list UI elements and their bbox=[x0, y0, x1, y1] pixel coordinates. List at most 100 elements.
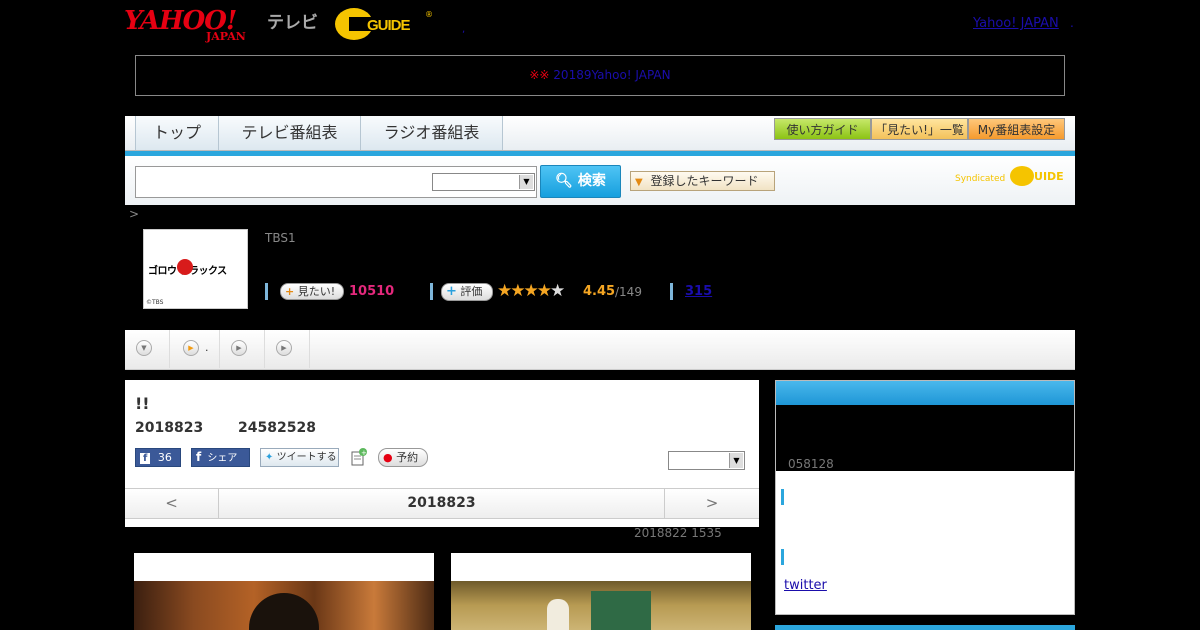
tv-logo[interactable]: テレビ bbox=[267, 8, 318, 33]
rating-value: 4.45 bbox=[583, 284, 616, 299]
record-dot-icon: ● bbox=[383, 451, 393, 464]
main-nav: トップ テレビ番組表 ラジオ番組表 使い方ガイド 「見たい!」一覧 My番組表設… bbox=[125, 116, 1075, 151]
program-tab-row: ▼ ▶ . ▶ ▶ bbox=[125, 330, 1075, 370]
header-trailing-dot: . bbox=[1070, 16, 1074, 30]
facebook-share-button[interactable]: f シェア bbox=[191, 448, 250, 467]
rating-stars: ★★★★★ bbox=[497, 281, 565, 301]
channel-label: TBS1 bbox=[265, 231, 296, 245]
search-area: ▼ 🔍︎ 検索 ▼ 登録したキーワード Syndicated GUIDE bbox=[125, 156, 1075, 205]
want-to-watch-list-button[interactable]: 「見たい!」一覧 bbox=[871, 118, 968, 140]
notice-link[interactable]: 20189Yahoo! JAPAN bbox=[553, 68, 718, 82]
want-to-watch-label: 見たい! bbox=[297, 285, 336, 298]
gguide-logo-text: GUIDE bbox=[367, 17, 411, 34]
episode-image-1[interactable] bbox=[134, 553, 434, 630]
tab-tv-guide[interactable]: テレビ番組表 bbox=[218, 116, 361, 150]
program-thumbnail: ゴロウ デラックス ©TBS bbox=[143, 229, 248, 309]
facebook-icon: f bbox=[140, 453, 151, 464]
play-icon: ▶ bbox=[183, 340, 199, 356]
notice-mark: ※※ bbox=[529, 68, 550, 82]
play-icon: ▶ bbox=[231, 340, 247, 356]
yahoo-logo-sub: JAPAN bbox=[206, 30, 246, 43]
plus-icon: + bbox=[446, 284, 457, 299]
syndicated-gguide-logo: Syndicated GUIDE bbox=[955, 166, 1067, 188]
previous-date-button[interactable]: < bbox=[125, 489, 219, 518]
svg-text:+: + bbox=[361, 449, 367, 457]
tweet-button[interactable]: ✦ ツイートする bbox=[260, 448, 339, 467]
sidebar-box: 058128 twitter bbox=[775, 380, 1075, 615]
memo-add-icon[interactable]: + bbox=[351, 448, 367, 466]
want-to-watch-button[interactable]: + 見たい! bbox=[280, 283, 344, 300]
current-date: 2018823 bbox=[407, 495, 476, 511]
header-separator: , bbox=[462, 24, 466, 35]
yahoo-japan-link[interactable]: Yahoo! JAPAN bbox=[973, 16, 1059, 31]
tab-radio-guide[interactable]: ラジオ番組表 bbox=[360, 116, 503, 150]
rating-total: /149 bbox=[615, 285, 642, 299]
facebook-share-label: シェア bbox=[207, 453, 238, 464]
search-button[interactable]: 🔍︎ 検索 bbox=[540, 165, 621, 198]
tabrow-item-1[interactable]: ▶ . bbox=[170, 330, 220, 368]
gguide-small-text: GUIDE bbox=[1025, 170, 1064, 183]
rate-label: 評価 bbox=[460, 285, 483, 298]
program-copyright: ©TBS bbox=[146, 299, 164, 306]
episode-image-2[interactable] bbox=[451, 553, 751, 630]
star-filled-icon: ★★★★ bbox=[497, 281, 552, 301]
registered-keywords-button[interactable]: ▼ 登録したキーワード bbox=[630, 171, 775, 191]
my-guide-settings-button[interactable]: My番組表設定 bbox=[968, 118, 1065, 140]
episode-time: 24582528 bbox=[238, 420, 316, 436]
next-date-button[interactable]: > bbox=[664, 489, 759, 518]
stat-divider bbox=[670, 283, 673, 300]
chevron-down-icon: ▼ bbox=[136, 340, 152, 356]
tabrow-item-3[interactable]: ▶ bbox=[265, 330, 310, 368]
search-category-select[interactable]: ▼ bbox=[432, 173, 535, 191]
facebook-like-button[interactable]: f 36 bbox=[135, 448, 181, 467]
nav-buttons: 使い方ガイド 「見たい!」一覧 My番組表設定 bbox=[774, 118, 1065, 140]
search-icon: 🔍︎ bbox=[555, 173, 573, 189]
episode-panel: !! 2018823 24582528 f 36 f シェア ✦ ツイートする … bbox=[125, 380, 759, 527]
program-logo-emblem bbox=[177, 259, 193, 275]
usage-guide-button[interactable]: 使い方ガイド bbox=[774, 118, 871, 140]
episode-select[interactable]: ▼ bbox=[668, 451, 745, 470]
sidebar-twitter-link[interactable]: twitter bbox=[784, 578, 827, 593]
search-button-label: 検索 bbox=[577, 173, 606, 189]
notice-box: ※※ 20189Yahoo! JAPAN bbox=[135, 55, 1065, 96]
sidebar-section-marker bbox=[781, 489, 784, 505]
reserve-label: 予約 bbox=[396, 451, 419, 464]
facebook-like-count: 36 bbox=[157, 451, 172, 464]
sidebar-header bbox=[776, 381, 1074, 405]
want-to-watch-count: 10510 bbox=[349, 284, 395, 299]
tweet-label: ツイートする bbox=[276, 452, 337, 463]
episode-title: !! bbox=[135, 394, 150, 413]
tabrow-item-2[interactable]: ▶ bbox=[220, 330, 265, 368]
plus-icon: + bbox=[285, 285, 295, 298]
updated-timestamp: 2018822 1535 bbox=[634, 526, 722, 540]
sidebar-section-marker bbox=[781, 549, 784, 565]
episode-date: 2018823 bbox=[135, 420, 204, 436]
twitter-bird-icon: ✦ bbox=[265, 452, 274, 463]
syndicated-text: Syndicated bbox=[955, 174, 1006, 184]
notice-link-text: 9Yahoo! JAPAN bbox=[583, 68, 719, 82]
date-navigation: < 2018823 > bbox=[125, 488, 759, 519]
tabrow-item-expand[interactable]: ▼ bbox=[125, 330, 170, 368]
review-count-link[interactable]: 315 bbox=[685, 284, 712, 299]
nav-tabs: トップ テレビ番組表 ラジオ番組表 bbox=[135, 116, 503, 150]
dropdown-arrow-icon: ▼ bbox=[729, 453, 743, 468]
rate-button[interactable]: + 評価 bbox=[441, 283, 493, 301]
star-empty-icon: ★ bbox=[549, 281, 565, 301]
stat-divider bbox=[430, 283, 433, 300]
registered-mark: ® bbox=[425, 10, 433, 19]
sidebar-header-2 bbox=[775, 625, 1075, 630]
reserve-button[interactable]: ● 予約 bbox=[378, 448, 428, 467]
stat-divider bbox=[265, 283, 268, 300]
image-panel bbox=[591, 591, 651, 630]
yahoo-japan-logo[interactable]: YAHOO! JAPAN bbox=[124, 6, 264, 43]
gguide-logo[interactable]: GUIDE ® bbox=[335, 8, 435, 42]
play-icon: ▶ bbox=[276, 340, 292, 356]
tabrow-item-label: . bbox=[205, 341, 209, 354]
facebook-icon: f bbox=[196, 450, 202, 464]
sidebar-subtext: 058128 bbox=[788, 457, 834, 471]
notice-text: 2018 bbox=[553, 68, 584, 82]
registered-keywords-label: 登録したキーワード bbox=[650, 174, 759, 188]
image-subject bbox=[547, 599, 569, 630]
breadcrumb: > bbox=[129, 207, 140, 221]
tab-top[interactable]: トップ bbox=[135, 116, 219, 150]
